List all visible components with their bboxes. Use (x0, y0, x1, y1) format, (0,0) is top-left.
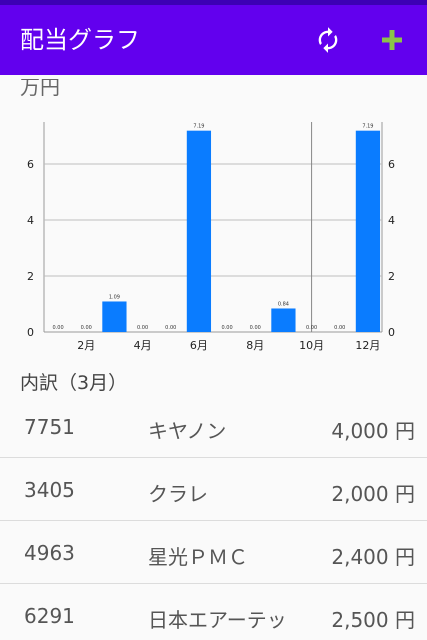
y-tick-label-right: 6 (388, 158, 395, 171)
breakdown-amount: 2,500 円 (331, 608, 415, 632)
bar-value-label: 7.19 (362, 124, 373, 130)
plus-icon (382, 30, 402, 50)
breakdown-amount: 2,000 円 (331, 482, 415, 506)
x-tick-label: 8月 (246, 339, 264, 352)
breakdown-row[interactable]: 3405 クラレ 2,000 円 (0, 458, 427, 521)
bar-value-label: 1.09 (109, 294, 120, 300)
y-tick-label-left: 4 (27, 214, 34, 227)
y-tick-label-right: 2 (388, 270, 395, 283)
breakdown-row[interactable]: 7751 キヤノン 4,000 円 (0, 395, 427, 458)
y-tick-label-right: 4 (388, 214, 395, 227)
bar-value-label: 0.00 (165, 325, 176, 331)
x-tick-label: 10月 (299, 339, 324, 352)
breakdown-row[interactable]: 6291 日本エアーテッ 2,500 円 (0, 584, 427, 640)
breakdown-code: 4963 (24, 541, 75, 565)
breakdown-name: 星光ＰＭＣ (148, 545, 248, 569)
chart-bar (186, 130, 212, 332)
bar-value-label: 7.19 (193, 124, 204, 130)
x-tick-label: 12月 (355, 339, 380, 352)
breakdown-amount: 2,400 円 (331, 545, 415, 569)
x-tick-label: 6月 (190, 339, 208, 352)
breakdown-code: 7751 (24, 415, 75, 439)
breakdown-name: 日本エアーテッ (148, 608, 287, 632)
y-tick-label-right: 0 (388, 326, 395, 339)
breakdown-row[interactable]: 4963 星光ＰＭＣ 2,400 円 (0, 521, 427, 584)
y-tick-label-left: 0 (27, 326, 34, 339)
x-tick-label: 4月 (134, 339, 152, 352)
breakdown-code: 3405 (24, 478, 75, 502)
bar-value-label: 0.00 (306, 325, 317, 331)
breakdown-list: 7751 キヤノン 4,000 円 3405 クラレ 2,000 円 4963 星光ＰＭＣ 2,… (0, 395, 427, 640)
main-content: 万円 0 0 2 2 4 4 6 6 0.00 0.00 1.09 0.00 0.00 7.19 0.00 0… (0, 75, 427, 640)
y-tick-label-left: 2 (27, 270, 34, 283)
bar-value-label: 0.00 (53, 325, 64, 331)
app-title: 配当グラフ (20, 26, 140, 54)
breakdown-amount: 4,000 円 (331, 419, 415, 443)
dividend-bar-chart[interactable]: 0 0 2 2 4 4 6 6 0.00 0.00 1.09 0.00 0.00 7.19 0.00 0.00… (0, 75, 427, 365)
bar-value-label: 0.00 (81, 325, 92, 331)
chart-bar (355, 130, 381, 332)
chart-bar (102, 301, 127, 332)
breakdown-code: 6291 (24, 604, 75, 628)
y-tick-label-left: 6 (27, 158, 34, 171)
x-tick-label: 2月 (77, 339, 95, 352)
bar-value-label: 0.00 (334, 325, 345, 331)
breakdown-name: キヤノン (148, 419, 227, 443)
breakdown-name: クラレ (148, 482, 208, 506)
refresh-icon (318, 27, 338, 53)
bar-value-label: 0.84 (278, 301, 289, 307)
add-button[interactable] (374, 22, 410, 58)
bar-value-label: 0.00 (222, 325, 233, 331)
refresh-button[interactable] (310, 22, 346, 58)
chart-bar (271, 308, 296, 332)
bar-value-label: 0.00 (137, 325, 148, 331)
bar-value-label: 0.00 (250, 325, 261, 331)
app-bar: 配当グラフ (0, 5, 427, 75)
breakdown-title: 内訳（3月） (20, 372, 128, 394)
